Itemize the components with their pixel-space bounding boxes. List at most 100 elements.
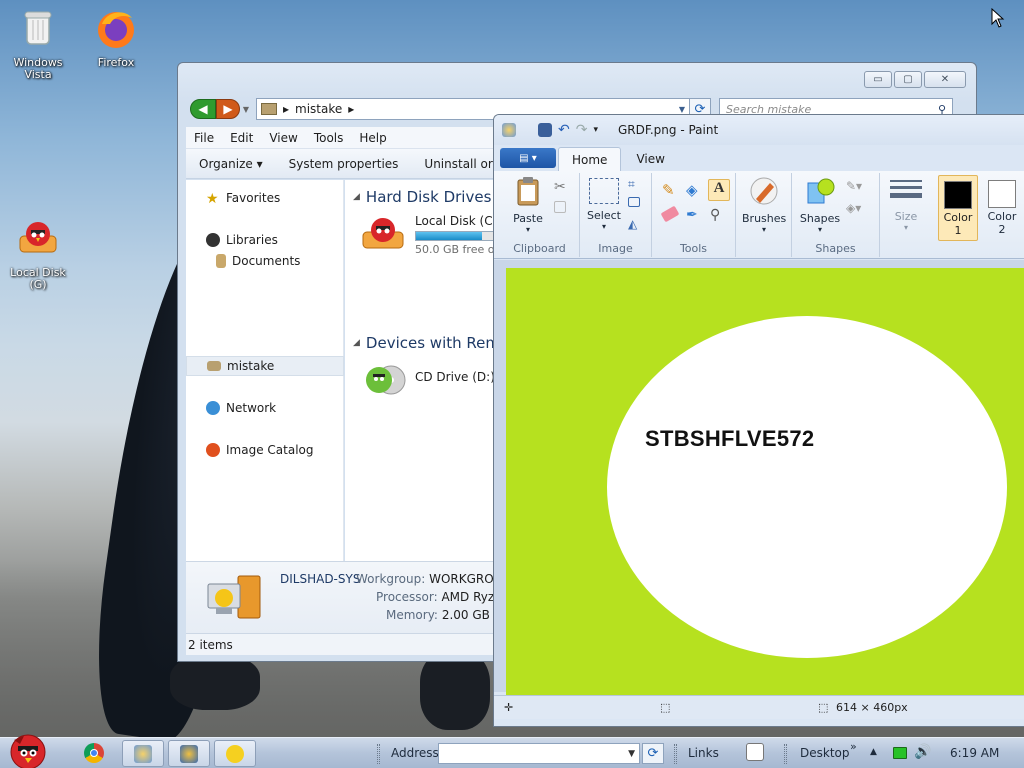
taskbar-button-paint[interactable] (122, 740, 164, 767)
address-dropdown-icon[interactable]: ▼ (679, 105, 685, 114)
paste-dropdown-icon: ▾ (525, 225, 530, 234)
rotate-icon[interactable]: ◭ (628, 217, 646, 235)
tab-view[interactable]: View (623, 147, 677, 171)
network-status-icon[interactable] (893, 747, 907, 759)
color1-button[interactable]: Color 1 (938, 175, 978, 241)
chrome-icon[interactable] (84, 743, 104, 763)
save-icon[interactable] (538, 123, 552, 137)
paint-app-icon (134, 744, 152, 763)
group-title: Hard Disk Drives (1 (365, 188, 512, 206)
desktop-icon-windows-vista[interactable]: Windows Vista (0, 6, 76, 81)
outline-icon[interactable]: ✎▾ (846, 179, 864, 197)
customize-toolbar-icon[interactable]: ▾ (593, 125, 598, 135)
show-hidden-icons-icon[interactable]: ▲ (870, 747, 877, 757)
brush-icon (750, 177, 778, 205)
address-go-button[interactable]: ⟳ (642, 743, 664, 764)
cursor-position-icon: ✛ (504, 701, 514, 714)
memory-value: 2.00 GB (441, 608, 490, 622)
drive-free-space: 50.0 GB free of (415, 243, 499, 256)
desktop-icon-label: Windows Vista (13, 56, 63, 81)
close-button[interactable]: ✕ (924, 71, 966, 88)
system-clock[interactable]: 6:19 AM (950, 746, 999, 760)
system-properties-button[interactable]: System properties (276, 157, 412, 171)
drive-local-c[interactable]: Local Disk (C:) 50.0 GB free of (361, 214, 505, 256)
drive-name: Local Disk (C:) (415, 214, 502, 228)
paste-icon (517, 177, 539, 206)
toolbar-overflow-icon[interactable]: » (850, 740, 857, 753)
resize-icon[interactable] (628, 197, 640, 207)
nav-item-libraries[interactable]: Libraries (186, 230, 344, 250)
menu-file[interactable]: File (186, 131, 222, 145)
toolbar-grip[interactable] (784, 744, 787, 764)
canvas-area: STBSHFLVE572 (494, 260, 1024, 696)
size-button[interactable]: Size ▾ (886, 177, 926, 232)
nav-item-documents[interactable]: Documents (186, 251, 344, 271)
menu-edit[interactable]: Edit (222, 131, 261, 145)
nav-item-label: mistake (227, 359, 275, 373)
menu-help[interactable]: Help (351, 131, 394, 145)
desktop-toolbar-label[interactable]: Desktop (800, 746, 850, 760)
group-header-removable[interactable]: ◢ Devices with Remo (353, 334, 509, 352)
workgroup-label: Workgroup: (356, 572, 426, 586)
recent-pages-dropdown[interactable]: ▼ (240, 105, 252, 114)
redo-icon[interactable]: ↷ (576, 122, 588, 138)
organize-button[interactable]: Organize ▾ (186, 157, 276, 171)
drive-usage-bar (415, 231, 505, 241)
shapes-button[interactable]: Shapes ▾ (798, 175, 842, 234)
navigation-pane: ★ Favorites Libraries Documents mistake … (186, 180, 344, 561)
taskbar-address-input[interactable]: ▼ (438, 743, 640, 764)
links-toolbar-label[interactable]: Links (688, 746, 719, 760)
text-icon[interactable]: A (708, 179, 730, 201)
fill-shape-icon[interactable]: ◈▾ (846, 201, 864, 219)
drawing-canvas[interactable]: STBSHFLVE572 (506, 268, 1024, 696)
nav-item-favorites[interactable]: ★ Favorites (186, 188, 344, 208)
tab-home[interactable]: Home (558, 147, 622, 171)
wallpaper-penguin-foot (170, 655, 260, 710)
paint-app-icon[interactable] (502, 123, 516, 137)
maximize-button[interactable]: ▢ (894, 71, 922, 88)
paste-button[interactable]: Paste ▾ (508, 175, 548, 234)
eraser-icon[interactable] (660, 205, 680, 223)
paint-menu-button[interactable]: ▤ ▾ (500, 148, 556, 168)
nav-item-mistake[interactable]: mistake (186, 356, 344, 376)
menu-view[interactable]: View (261, 131, 305, 145)
color1-label: Color (943, 211, 973, 224)
undo-icon[interactable]: ↶ (558, 122, 570, 138)
forward-button[interactable]: ▶ (216, 99, 240, 119)
notepad-icon[interactable] (746, 743, 764, 761)
volume-icon[interactable]: 🔊 (914, 744, 931, 760)
desktop-icon-firefox[interactable]: Firefox (78, 6, 154, 69)
color-picker-icon[interactable]: ✒ (686, 207, 704, 225)
select-button[interactable]: Select ▾ (584, 175, 624, 231)
menu-tools[interactable]: Tools (306, 131, 352, 145)
copy-icon[interactable] (554, 201, 566, 213)
shapes-dropdown-icon: ▾ (817, 225, 822, 234)
magnifier-icon[interactable]: ⚲ (710, 207, 728, 225)
start-button[interactable] (4, 730, 50, 768)
minimize-button[interactable]: ▭ (864, 71, 892, 88)
nav-item-network[interactable]: Network (186, 398, 344, 418)
details-pane: DILSHAD-SYS Workgroup: WORKGROU Processo… (186, 561, 509, 633)
toolbar-grip[interactable] (674, 744, 677, 764)
fill-icon[interactable]: ◈ (686, 181, 704, 199)
taskbar-button-app[interactable] (214, 740, 256, 767)
nav-item-image-catalog[interactable]: Image Catalog (186, 440, 344, 460)
brushes-button[interactable]: Brushes ▾ (742, 175, 786, 234)
mouse-cursor-icon (991, 8, 1005, 28)
explorer-icon (180, 744, 198, 763)
group-header-hard-disks[interactable]: ◢ Hard Disk Drives (1 (353, 188, 512, 206)
toolbar-grip[interactable] (377, 744, 380, 764)
cut-icon[interactable]: ✂ (554, 179, 572, 197)
address-dropdown-icon[interactable]: ▼ (628, 749, 635, 759)
back-button[interactable]: ◀ (190, 99, 216, 119)
size-label: Size (894, 210, 918, 223)
pencil-icon[interactable]: ✎ (662, 181, 680, 199)
desktop-icon-local-disk-g[interactable]: Local Disk (G) (0, 216, 76, 291)
window-controls: ▭ ▢ ✕ (864, 71, 966, 88)
color2-button[interactable]: Color 2 (982, 175, 1022, 236)
color2-number: 2 (998, 223, 1006, 236)
taskbar-button-explorer[interactable] (168, 740, 210, 767)
drive-cd[interactable]: CD Drive (D:) (361, 360, 495, 400)
crop-icon[interactable]: ⌗ (628, 177, 646, 195)
breadcrumb-mistake[interactable]: mistake (295, 102, 342, 116)
